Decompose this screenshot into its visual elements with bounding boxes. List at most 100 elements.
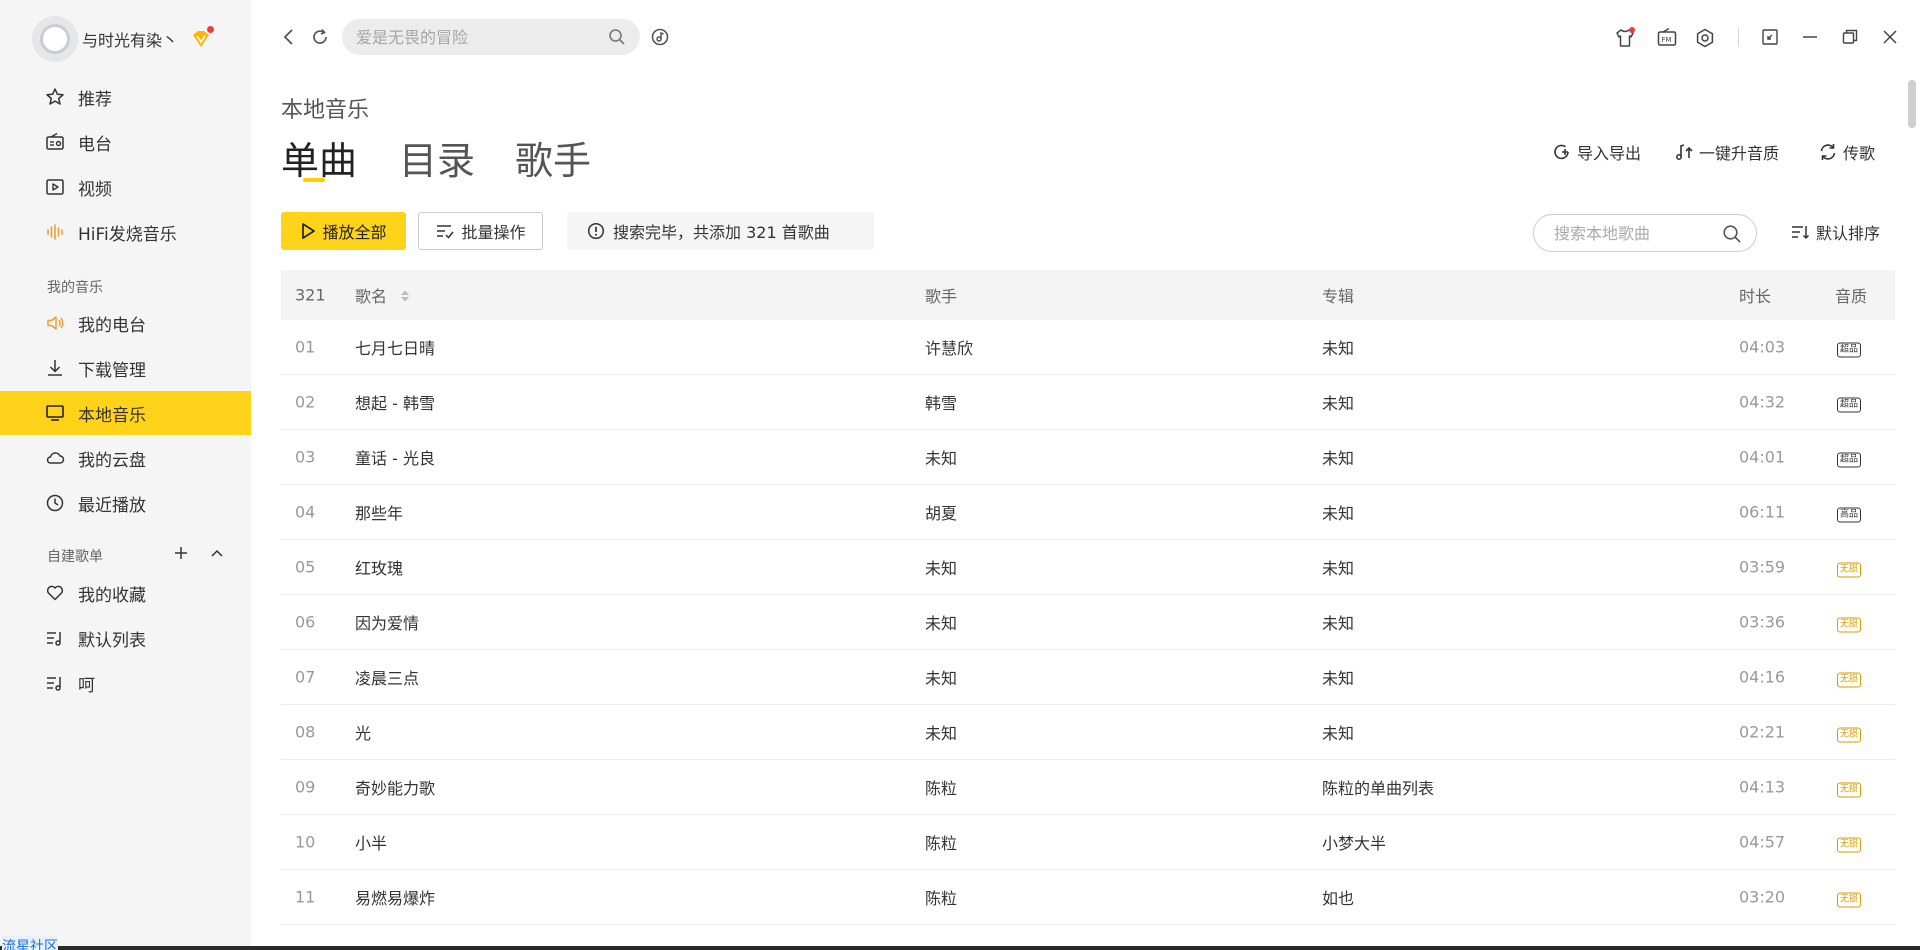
- quality-badge-cell: 超品: [1837, 392, 1862, 413]
- tab-songs[interactable]: 单曲: [281, 130, 357, 185]
- song-duration: 02:21: [1739, 722, 1786, 742]
- table-row[interactable]: 02 想起 - 韩雪 韩雪 未知 04:32 超品: [281, 375, 1895, 430]
- skin-shirt-icon[interactable]: [1614, 27, 1636, 49]
- song-duration: 04:13: [1739, 777, 1786, 797]
- header-title[interactable]: 歌名: [355, 283, 410, 307]
- song-album: 未知: [1322, 614, 1355, 633]
- sidebar-item-radio[interactable]: 电台: [0, 120, 251, 164]
- fm-icon[interactable]: FM: [1656, 27, 1678, 49]
- mini-mode-icon[interactable]: [1760, 27, 1780, 47]
- sort-arrows-icon[interactable]: [400, 288, 410, 307]
- sidebar-item-playlist-he[interactable]: 呵: [0, 661, 251, 705]
- table-row[interactable]: 05 红玫瑰 未知 未知 03:59 无损: [281, 540, 1895, 595]
- song-artist: 未知: [925, 614, 958, 633]
- scan-result-notice: 搜索完毕，共添加 321 首歌曲: [567, 212, 874, 250]
- song-title: 奇妙能力歌: [355, 779, 436, 798]
- table-row[interactable]: 06 因为爱情 未知 未知 03:36 无损: [281, 595, 1895, 650]
- quality-badge[interactable]: 超品: [1837, 397, 1862, 413]
- song-duration: 04:01: [1739, 447, 1786, 467]
- search-icon[interactable]: [1722, 224, 1742, 248]
- tab-artists[interactable]: 歌手: [515, 130, 591, 185]
- back-icon[interactable]: [278, 27, 298, 47]
- music-recognition-icon[interactable]: [650, 27, 670, 47]
- table-row[interactable]: 09 奇妙能力歌 陈粒 陈粒的单曲列表 04:13 无损: [281, 760, 1895, 815]
- quality-badge[interactable]: 无损: [1837, 672, 1862, 688]
- table-row[interactable]: 01 七月七日晴 许慧欣 未知 04:03 超品: [281, 320, 1895, 375]
- transfer-songs-button[interactable]: 传歌: [1818, 140, 1875, 164]
- sidebar-item-label: 本地音乐: [78, 405, 146, 426]
- import-export-button[interactable]: 导入导出: [1552, 140, 1641, 164]
- avatar[interactable]: [32, 16, 78, 62]
- quality-badge[interactable]: 无损: [1837, 782, 1862, 798]
- sidebar-item-recommend[interactable]: 推荐: [0, 75, 251, 119]
- table-row[interactable]: 10 小半 陈粒 小梦大半 04:57 无损: [281, 815, 1895, 870]
- monitor-icon: [44, 402, 66, 424]
- batch-list-icon: [437, 225, 455, 239]
- table-row[interactable]: 04 那些年 胡夏 未知 06:11 高品: [281, 485, 1895, 540]
- play-all-button[interactable]: 播放全部: [281, 212, 406, 250]
- local-search-input[interactable]: [1554, 223, 1714, 243]
- batch-operation-button[interactable]: 批量操作: [418, 212, 543, 250]
- sidebar-item-video[interactable]: 视频: [0, 165, 251, 209]
- section-my-music: 我的音乐: [47, 280, 103, 296]
- sidebar-item-label: 电台: [78, 134, 112, 155]
- global-search[interactable]: [342, 19, 640, 55]
- sidebar-item-recent[interactable]: 最近播放: [0, 481, 251, 525]
- quality-badge[interactable]: 无损: [1837, 727, 1862, 743]
- header-quality: 音质: [1835, 287, 1868, 306]
- quality-badge[interactable]: 无损: [1837, 892, 1862, 908]
- song-duration: 04:57: [1739, 832, 1786, 852]
- song-duration: 06:11: [1739, 502, 1786, 522]
- table-row[interactable]: 08 光 未知 未知 02:21 无损: [281, 705, 1895, 760]
- song-artist: 未知: [925, 449, 958, 468]
- search-input[interactable]: [356, 27, 596, 47]
- song-album: 未知: [1322, 559, 1355, 578]
- quality-badge[interactable]: 超品: [1837, 452, 1862, 468]
- vip-diamond-icon[interactable]: [190, 26, 215, 49]
- table-row[interactable]: 07 凌晨三点 未知 未知 04:16 无损: [281, 650, 1895, 705]
- song-title: 七月七日晴: [355, 339, 436, 358]
- quality-badge[interactable]: 无损: [1837, 617, 1862, 633]
- restore-window-icon[interactable]: [1840, 27, 1860, 47]
- settings-gear-icon[interactable]: [1694, 27, 1716, 49]
- sidebar-item-label: 我的云盘: [78, 450, 146, 471]
- add-playlist-icon[interactable]: [173, 545, 189, 565]
- sidebar-item-downloads[interactable]: 下载管理: [0, 346, 251, 390]
- sidebar-item-label: 推荐: [78, 89, 112, 110]
- sidebar-item-cloud[interactable]: 我的云盘: [0, 436, 251, 480]
- song-album: 如也: [1322, 889, 1355, 908]
- sidebar-item-hifi[interactable]: HiFi发烧音乐: [0, 210, 251, 254]
- sidebar-item-favorites[interactable]: 我的收藏: [0, 571, 251, 615]
- sidebar-item-my-radio[interactable]: 我的电台: [0, 301, 251, 345]
- sort-button[interactable]: 默认排序: [1790, 220, 1880, 244]
- quality-badge[interactable]: 高品: [1837, 507, 1862, 523]
- sidebar-item-local-music[interactable]: 本地音乐: [0, 391, 251, 435]
- tab-folders[interactable]: 目录: [399, 130, 475, 185]
- song-duration: 04:03: [1739, 337, 1786, 357]
- play-icon: [302, 223, 316, 239]
- scrollbar-thumb[interactable]: [1908, 80, 1916, 128]
- collapse-chevron-icon[interactable]: [209, 545, 225, 565]
- local-search-box[interactable]: [1533, 214, 1757, 252]
- quality-badge[interactable]: 超品: [1837, 342, 1862, 358]
- active-tab-indicator: [303, 178, 325, 182]
- sidebar-item-label: 最近播放: [78, 495, 146, 516]
- minimize-icon[interactable]: [1800, 27, 1820, 47]
- table-row[interactable]: 11 易燃易爆炸 陈粒 如也 03:20 无损: [281, 870, 1895, 925]
- table-row[interactable]: 03 童话 - 光良 未知 未知 04:01 超品: [281, 430, 1895, 485]
- username[interactable]: 与时光有染丶: [82, 27, 178, 51]
- star-icon: [44, 86, 66, 108]
- quality-badge[interactable]: 无损: [1837, 562, 1862, 578]
- quality-badge[interactable]: 无损: [1837, 837, 1862, 853]
- quality-badge-cell: 高品: [1837, 502, 1862, 523]
- sidebar-item-default-list[interactable]: 默认列表: [0, 616, 251, 660]
- search-icon[interactable]: [608, 28, 626, 50]
- heart-icon: [44, 582, 66, 604]
- upgrade-quality-button[interactable]: 一键升音质: [1674, 140, 1779, 164]
- close-icon[interactable]: [1880, 27, 1900, 47]
- song-album: 未知: [1322, 724, 1355, 743]
- user-profile[interactable]: 与时光有染丶: [32, 15, 215, 63]
- watermark: 流星社区: [2, 936, 58, 950]
- header-artist: 歌手: [925, 287, 958, 306]
- refresh-icon[interactable]: [310, 27, 330, 47]
